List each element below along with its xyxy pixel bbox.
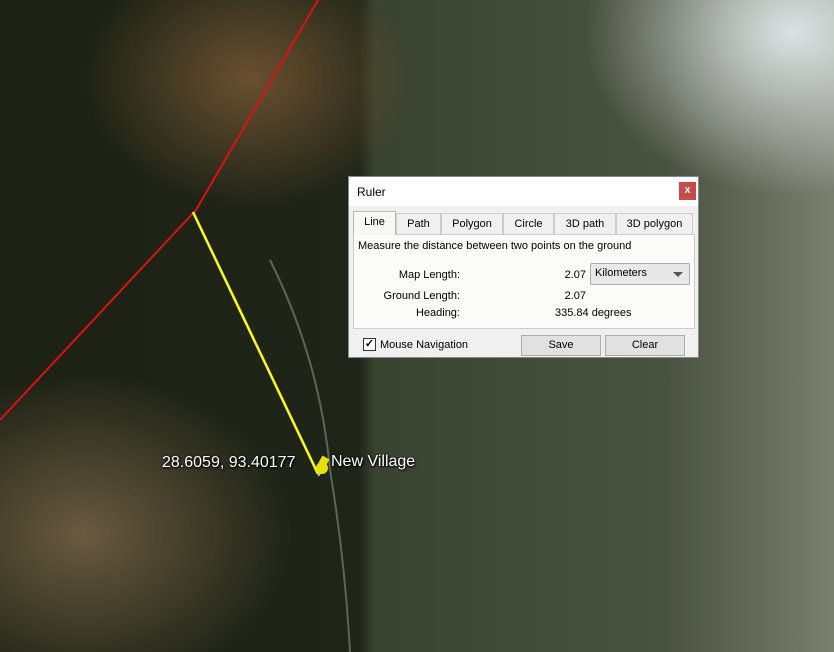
- mouse-navigation-checkbox[interactable]: ✓: [363, 338, 376, 351]
- tab-circle[interactable]: Circle: [503, 213, 554, 235]
- mouse-navigation-label[interactable]: Mouse Navigation: [380, 339, 468, 351]
- chevron-down-icon: [673, 272, 683, 277]
- map-length-value: 2.07: [564, 269, 586, 281]
- title-bar[interactable]: Ruler x: [349, 177, 698, 206]
- placemark-coords: 28.6059, 93.40177: [162, 454, 296, 471]
- unit-value: Kilometers: [595, 267, 647, 279]
- description: Measure the distance between two points …: [358, 240, 632, 252]
- dialog-title: Ruler: [357, 185, 386, 199]
- save-button[interactable]: Save: [521, 335, 601, 356]
- tab-3d-path[interactable]: 3D path: [554, 213, 616, 235]
- ground-length-label: Ground Length:: [383, 290, 460, 302]
- clear-button[interactable]: Clear: [605, 335, 685, 356]
- line-panel: Measure the distance between two points …: [353, 234, 695, 329]
- map-length-label: Map Length:: [398, 269, 460, 281]
- tab-3d-polygon[interactable]: 3D polygon: [616, 213, 693, 235]
- tab-line[interactable]: Line: [353, 211, 396, 235]
- tab-polygon[interactable]: Polygon: [441, 213, 503, 235]
- placemark-name[interactable]: New Village: [331, 453, 415, 471]
- close-button[interactable]: x: [679, 182, 696, 200]
- tab-path[interactable]: Path: [396, 213, 441, 235]
- unit-select[interactable]: Kilometers: [590, 263, 690, 285]
- heading-value: 335.84 degrees: [555, 307, 632, 319]
- heading-label: Heading:: [415, 307, 460, 319]
- ground-length-value: 2.07: [564, 290, 586, 302]
- ruler-dialog: Ruler x Line Path Polygon Circle 3D path…: [348, 176, 699, 358]
- tab-bar: Line Path Polygon Circle 3D path 3D poly…: [353, 211, 693, 235]
